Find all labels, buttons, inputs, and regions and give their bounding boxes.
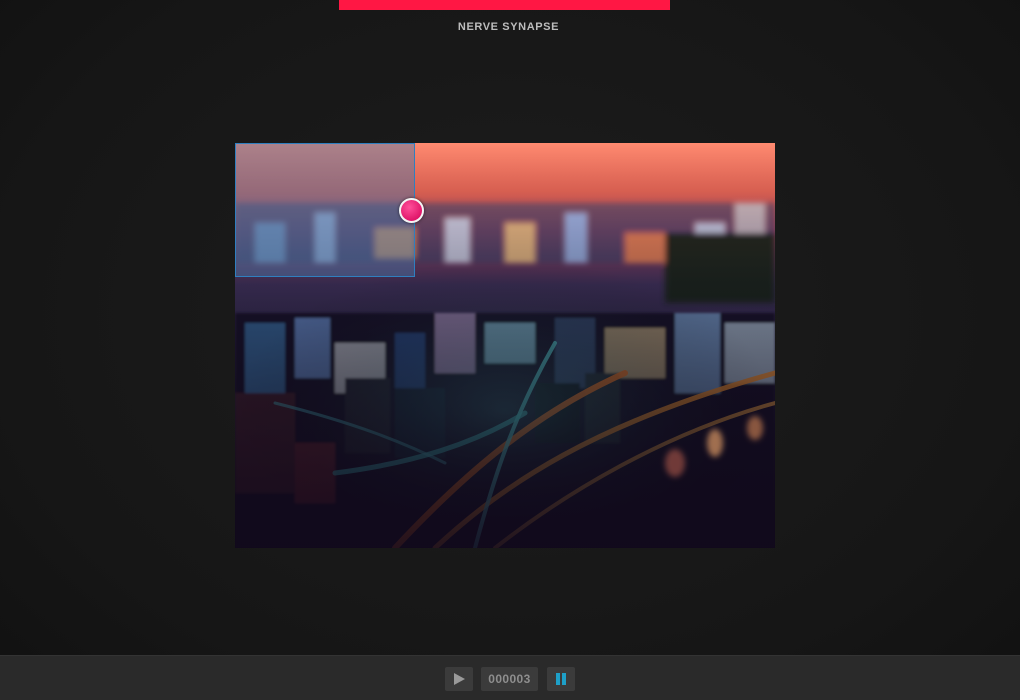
frame-counter: 000003 [481,667,538,691]
play-icon [454,673,465,685]
crop-selection-box[interactable] [235,143,415,277]
pause-icon [556,673,566,685]
brand-accent-bar [339,0,670,10]
drag-handle[interactable] [399,198,424,223]
page-title: NERVE SYNAPSE [457,21,560,33]
playback-toolbar: 000003 [0,655,1020,700]
play-button[interactable] [445,667,473,691]
pause-button[interactable] [547,667,575,691]
